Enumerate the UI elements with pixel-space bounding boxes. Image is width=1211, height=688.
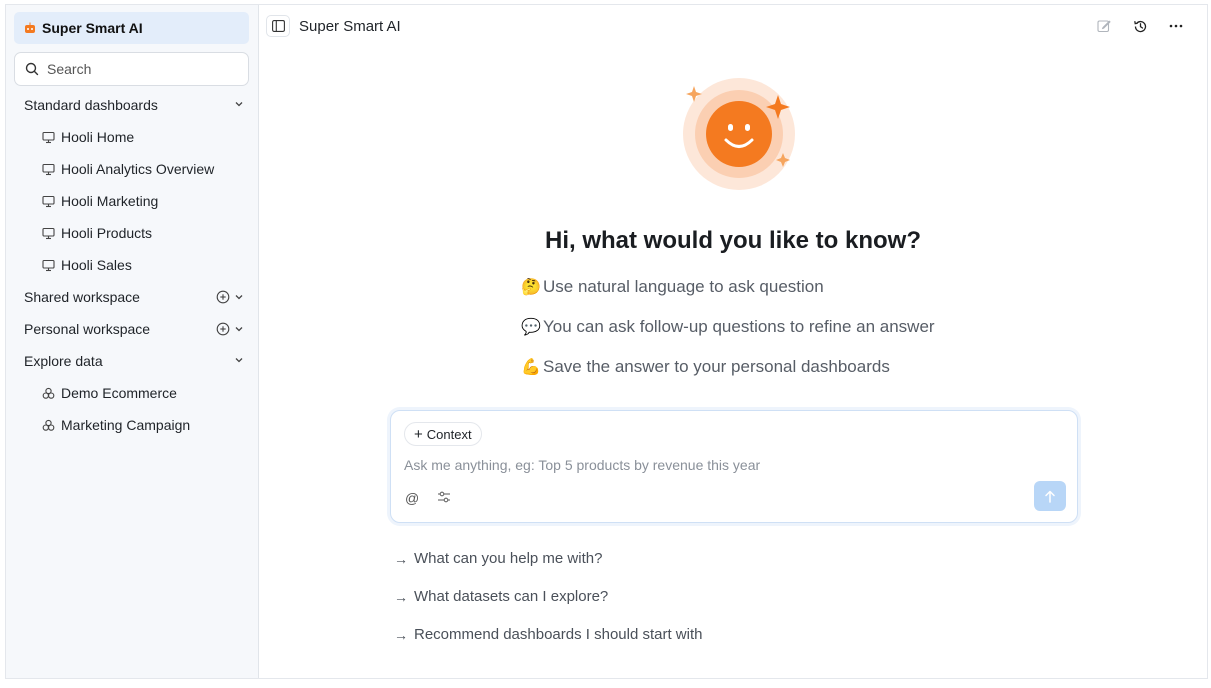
chevron-down-icon[interactable]: [233, 354, 245, 366]
section-shared-workspace[interactable]: Shared workspace: [14, 283, 249, 311]
sidebar-item-marketing-campaign[interactable]: Marketing Campaign: [42, 411, 249, 439]
more-options-button[interactable]: [1167, 17, 1185, 35]
section-label: Standard dashboards: [24, 97, 158, 113]
dataset-icon: [42, 419, 55, 431]
flexed-biceps-emoji-icon: 💪: [521, 359, 541, 376]
more-horizontal-icon: [1169, 24, 1183, 28]
sidebar-item-label: Hooli Sales: [61, 257, 132, 273]
edit-icon: [1097, 20, 1111, 33]
sidebar-toggle-icon: [271, 20, 285, 32]
context-label: Context: [426, 426, 472, 442]
speech-bubble-emoji-icon: 💬: [521, 319, 541, 336]
add-context-button[interactable]: + Context: [404, 422, 482, 446]
dashboard-icon: [42, 131, 55, 143]
tip-item: 🤔 Use natural language to ask question: [521, 277, 824, 297]
plus-icon: +: [414, 425, 423, 443]
main-panel: Super Smart AI Hi, what would you like t…: [259, 5, 1207, 678]
chevron-down-icon[interactable]: [233, 291, 245, 303]
thinking-emoji-icon: 🤔: [521, 279, 541, 296]
section-label: Shared workspace: [24, 289, 140, 305]
tip-text: Save the answer to your personal dashboa…: [543, 357, 890, 376]
sidebar-item-label: Hooli Marketing: [61, 193, 159, 209]
add-circle-icon[interactable]: [216, 290, 230, 304]
sidebar-item-hooli-analytics-overview[interactable]: Hooli Analytics Overview: [42, 155, 249, 183]
chat-composer: + Context @: [390, 410, 1078, 523]
section-label: Personal workspace: [24, 321, 151, 337]
section-personal-workspace[interactable]: Personal workspace: [14, 315, 249, 343]
dashboard-icon: [42, 227, 55, 239]
suggestion-text: Recommend dashboards I should start with: [414, 626, 703, 643]
sidebar-item-demo-ecommerce[interactable]: Demo Ecommerce: [42, 379, 249, 407]
sidebar-item-label: Demo Ecommerce: [61, 385, 177, 401]
arrow-right-icon: →: [394, 626, 408, 643]
tip-text: Use natural language to ask question: [543, 277, 824, 296]
suggestion-link[interactable]: → What can you help me with?: [394, 550, 602, 567]
dashboard-icon: [42, 259, 55, 271]
new-chat-button[interactable]: [1095, 17, 1113, 35]
chevron-down-icon[interactable]: [233, 98, 245, 110]
sidebar-item-label: Hooli Products: [61, 225, 153, 241]
tip-text: You can ask follow-up questions to refin…: [543, 317, 935, 336]
arrow-up-icon: [1045, 490, 1055, 503]
sidebar: Super Smart AI Standard dashboards Hooli…: [6, 5, 259, 678]
sidebar-item-hooli-sales[interactable]: Hooli Sales: [42, 251, 249, 279]
smiley-assistant-icon: [683, 78, 795, 190]
search-box[interactable]: [14, 52, 249, 86]
suggestion-text: What datasets can I explore?: [414, 588, 609, 605]
dashboard-icon: [42, 163, 55, 175]
section-label: Explore data: [24, 353, 103, 369]
section-standard-dashboards[interactable]: Standard dashboards: [14, 91, 249, 119]
chevron-down-icon[interactable]: [233, 323, 245, 335]
page-title: Super Smart AI: [299, 18, 401, 35]
sidebar-item-hooli-home[interactable]: Hooli Home: [42, 123, 249, 151]
sidebar-toggle-button[interactable]: [266, 15, 290, 37]
arrow-right-icon: →: [394, 588, 408, 605]
greeting-heading: Hi, what would you like to know?: [544, 227, 921, 254]
search-icon: [25, 62, 39, 76]
suggestion-link[interactable]: → What datasets can I explore?: [394, 588, 608, 605]
history-icon: [1133, 20, 1146, 32]
tip-item: 💬 You can ask follow-up questions to ref…: [521, 317, 935, 337]
sidebar-item-super-smart-ai[interactable]: Super Smart AI: [14, 12, 249, 44]
history-button[interactable]: [1131, 17, 1149, 35]
mention-button[interactable]: @: [405, 490, 419, 506]
robot-icon: [25, 22, 35, 33]
suggestion-link[interactable]: → Recommend dashboards I should start wi…: [394, 626, 702, 643]
send-button[interactable]: [1034, 481, 1066, 511]
app-window: Super Smart AI Standard dashboards Hooli…: [5, 4, 1208, 679]
arrow-right-icon: →: [394, 550, 408, 567]
chat-input[interactable]: [404, 457, 1004, 473]
sidebar-item-hooli-products[interactable]: Hooli Products: [42, 219, 249, 247]
tip-item: 💪 Save the answer to your personal dashb…: [521, 357, 890, 377]
sidebar-item-label: Hooli Home: [61, 129, 135, 145]
dashboard-icon: [42, 195, 55, 207]
settings-sliders-icon[interactable]: [437, 490, 451, 504]
sidebar-brand-label: Super Smart AI: [42, 20, 143, 36]
sidebar-item-label: Marketing Campaign: [61, 417, 191, 433]
search-input[interactable]: [47, 61, 237, 77]
dataset-icon: [42, 387, 55, 399]
sidebar-item-label: Hooli Analytics Overview: [61, 161, 215, 177]
suggestion-text: What can you help me with?: [414, 550, 603, 567]
sidebar-item-hooli-marketing[interactable]: Hooli Marketing: [42, 187, 249, 215]
add-circle-icon[interactable]: [216, 322, 230, 336]
section-explore-data[interactable]: Explore data: [14, 347, 249, 375]
